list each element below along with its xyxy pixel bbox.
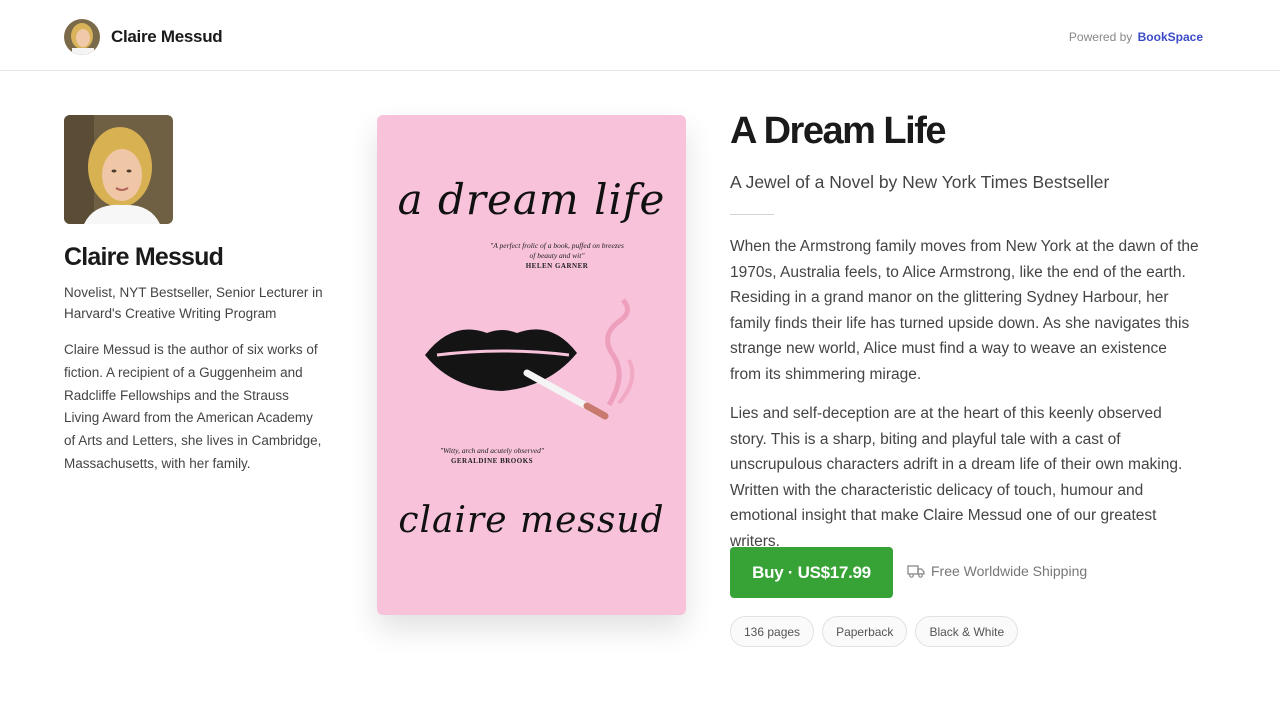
book-subtitle: A Jewel of a Novel by New York Times Bes… (730, 172, 1110, 192)
author-tagline: Novelist, NYT Bestseller, Senior Lecture… (64, 285, 323, 321)
author-bio: Claire Messud is the author of six works… (64, 342, 322, 471)
powered-by-label: Powered by (1068, 30, 1133, 44)
cover-quote-text: "A perfect frolic of a book, puffed on b… (490, 241, 624, 260)
shipping-label: Free Worldwide Shipping (931, 563, 1088, 579)
cover-quote: "A perfect frolic of a book, puffed on b… (487, 241, 627, 271)
tag-pages: 136 pages (730, 616, 815, 647)
cover-author: claire messud (398, 500, 665, 541)
author-avatar[interactable] (64, 19, 100, 55)
top-bar: Claire Messud Powered by BookSpace (0, 0, 1280, 71)
tag-format: Paperback (822, 616, 908, 647)
truck-icon (907, 564, 925, 578)
divider (730, 214, 774, 215)
book-description-1: When the Armstrong family moves from New… (730, 238, 1199, 383)
cover-quote-2: "Witty, arch and acutely observed" GERAL… (417, 446, 567, 466)
author-photo (64, 115, 173, 224)
cover-title: a dream life (397, 175, 666, 224)
book-title: A Dream Life (730, 110, 947, 152)
cover-quote-2-text: "Witty, arch and acutely observed" (439, 446, 545, 455)
book-description-2: Lies and self-deception are at the heart… (730, 405, 1183, 550)
brand-link[interactable]: BookSpace (1138, 30, 1203, 44)
author-name: Claire Messud (64, 243, 224, 271)
shipping-info: Free Worldwide Shipping (907, 563, 1087, 579)
book-tags: 136 pages Paperback Black & White (730, 616, 1019, 647)
header-author-name[interactable]: Claire Messud (111, 27, 223, 47)
cover-quote-2-source: GERALDINE BROOKS (450, 457, 534, 465)
buy-button[interactable]: Buy · US$17.99 (730, 547, 893, 598)
book-cover: a dream life "A perfect frolic of a book… (377, 115, 686, 615)
cover-quote-source: HELEN GARNER (525, 262, 589, 270)
tag-color: Black & White (915, 616, 1019, 647)
powered-by: Powered by BookSpace (1069, 30, 1203, 44)
